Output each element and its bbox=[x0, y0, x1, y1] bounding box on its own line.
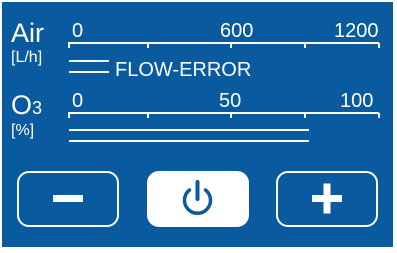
power-button[interactable] bbox=[147, 171, 249, 227]
power-icon bbox=[182, 180, 213, 215]
plus-icon bbox=[312, 183, 342, 214]
increase-button[interactable] bbox=[276, 171, 378, 227]
control-panel-screen: Air [L/h] 0 600 1200 FLOW-ERROR O3 [%] 0… bbox=[2, 2, 393, 247]
minus-icon bbox=[53, 195, 83, 202]
ozone-level-bar bbox=[69, 129, 309, 142]
air-flow-bar bbox=[69, 60, 109, 73]
ozone-scale bbox=[68, 112, 380, 118]
gauges-graphic bbox=[68, 42, 380, 142]
air-scale bbox=[68, 42, 380, 48]
decrease-button[interactable] bbox=[17, 171, 119, 227]
